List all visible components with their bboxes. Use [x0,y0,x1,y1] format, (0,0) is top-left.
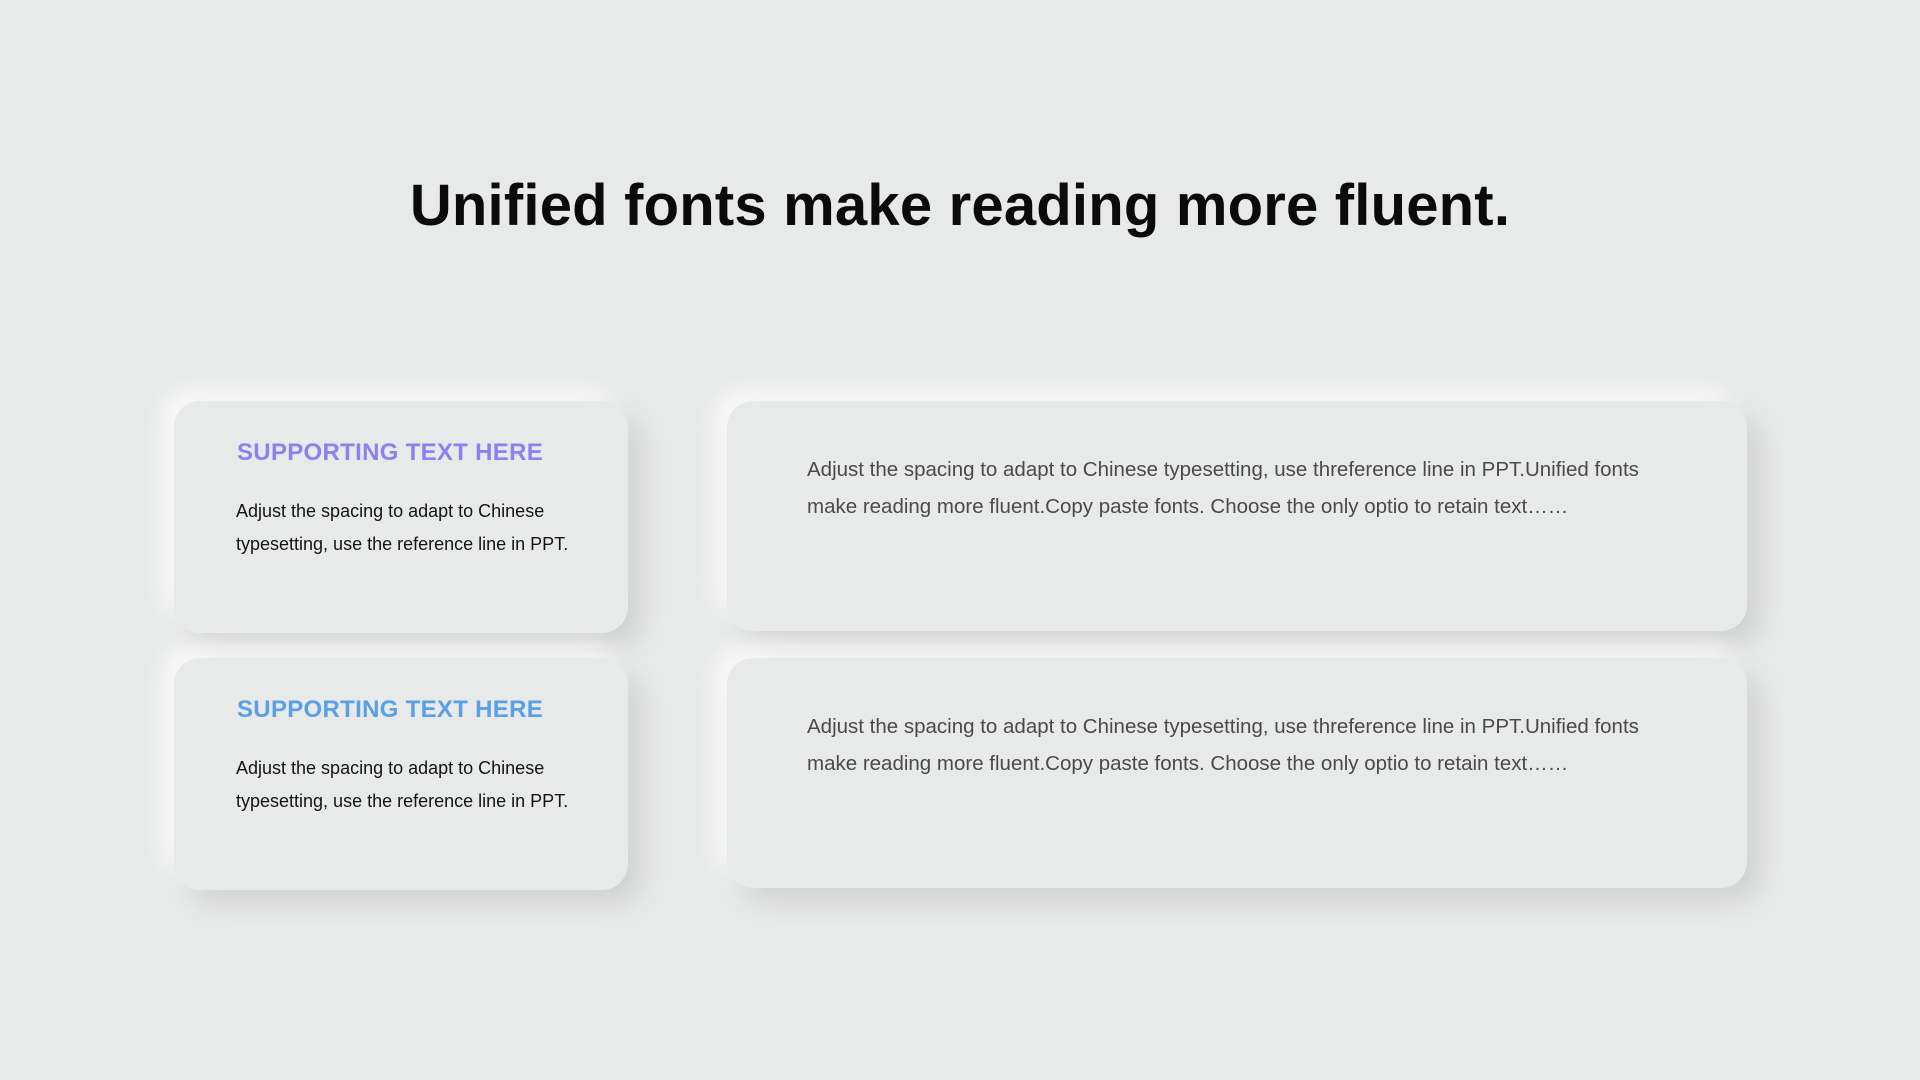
slide-title: Unified fonts make reading more fluent. [409,173,1511,238]
description-card-1: Adjust the spacing to adapt to Chinese t… [727,401,1747,631]
supporting-card-1: SUPPORTING TEXT HERE Adjust the spacing … [174,401,628,633]
supporting-card-heading: SUPPORTING TEXT HERE [237,696,544,723]
supporting-card-2: SUPPORTING TEXT HERE Adjust the spacing … [174,658,628,890]
description-card-2: Adjust the spacing to adapt to Chinese t… [727,658,1747,888]
description-text: Adjust the spacing to adapt to Chinese t… [807,715,1639,775]
supporting-card-body: Adjust the spacing to adapt to Chinese t… [236,501,569,554]
slide: Unified fonts make reading more fluent. … [0,0,1920,1080]
description-text: Adjust the spacing to adapt to Chinese t… [807,458,1639,518]
supporting-card-body: Adjust the spacing to adapt to Chinese t… [236,758,569,811]
supporting-card-heading: SUPPORTING TEXT HERE [237,439,544,466]
